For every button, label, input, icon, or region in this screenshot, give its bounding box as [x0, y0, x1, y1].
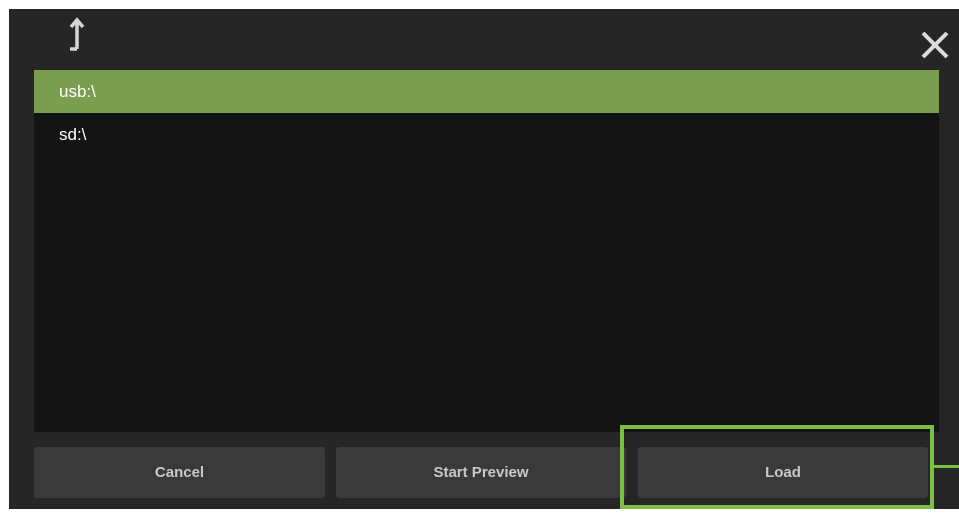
file-list: usb:\ sd:\ [34, 70, 939, 432]
close-icon [921, 31, 949, 59]
list-item-label: sd:\ [59, 125, 87, 144]
load-button[interactable]: Load [638, 447, 928, 498]
close-button[interactable] [917, 27, 953, 63]
list-item-label: usb:\ [59, 82, 96, 101]
start-preview-button[interactable]: Start Preview [336, 447, 626, 498]
parent-folder-button[interactable] [60, 13, 94, 55]
cancel-button[interactable]: Cancel [34, 447, 325, 498]
start-preview-button-label: Start Preview [433, 464, 529, 481]
list-item-sd[interactable]: sd:\ [34, 113, 939, 156]
folder-up-icon [69, 17, 85, 51]
load-button-label: Load [765, 464, 801, 481]
cancel-button-label: Cancel [154, 464, 205, 481]
screen: usb:\ sd:\ Cancel Start Preview Load [0, 0, 959, 518]
file-browser-dialog: usb:\ sd:\ Cancel Start Preview Load [9, 9, 959, 509]
list-item-usb[interactable]: usb:\ [34, 70, 939, 113]
